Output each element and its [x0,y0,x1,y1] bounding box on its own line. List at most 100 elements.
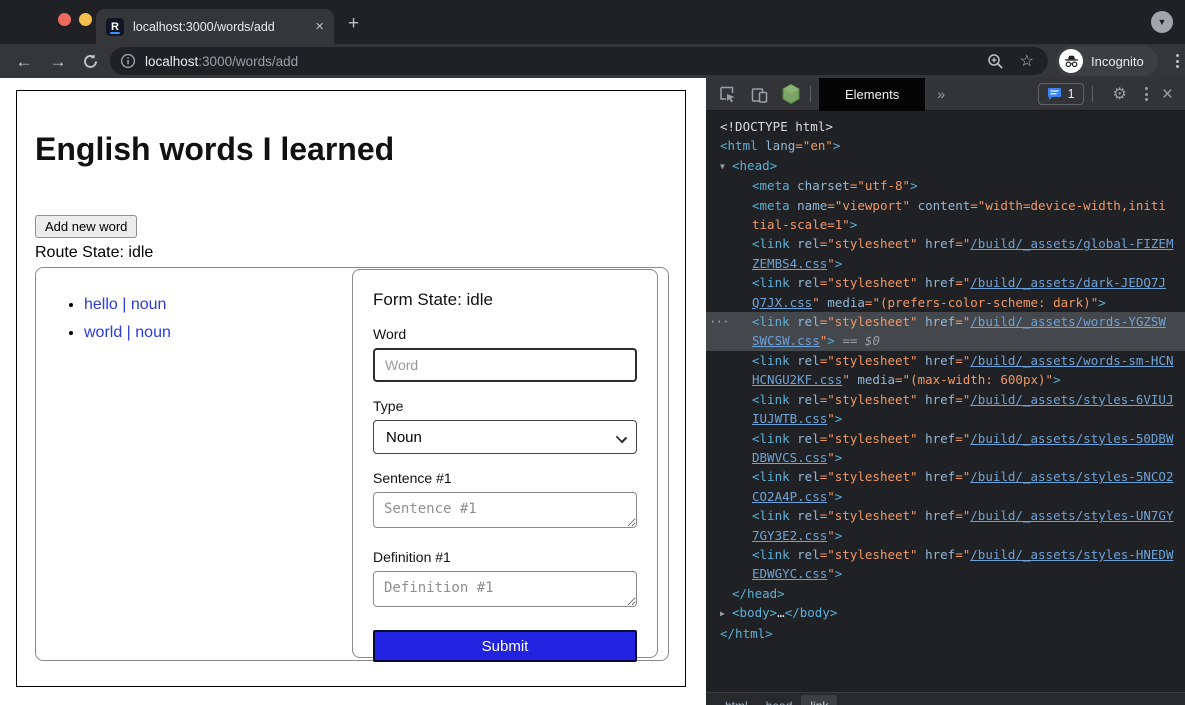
sentence-label: Sentence #1 [373,470,637,486]
code-token-link[interactable]: 7GY3E2.css [752,528,827,543]
code-token-tag: <head> [732,158,777,173]
code-token-val: " [827,528,835,543]
line-options-dots[interactable]: ··· [709,312,729,331]
breadcrumb-item-head[interactable]: head [757,695,802,705]
bookmark-star-icon[interactable]: ☆ [1020,51,1034,71]
app-container: English words I learned Add new word Rou… [16,90,686,687]
code-line[interactable]: </html> [706,624,1185,643]
forward-button[interactable]: → [48,53,68,70]
code-line[interactable]: HCNGU2KF.css" media="(max-width: 600px)"… [706,370,1185,389]
code-token-link[interactable]: EDWGYC.css [752,566,827,581]
code-line[interactable]: EDWGYC.css"> [706,564,1185,583]
toolbar-separator [1092,86,1093,102]
code-token-val: =" [955,508,970,523]
word-input[interactable] [373,348,637,382]
breadcrumb-item-link[interactable]: link [801,695,837,705]
code-token-link[interactable]: DBWVCS.css [752,450,827,465]
code-line[interactable]: <link rel="stylesheet" href="/build/_ass… [706,234,1185,253]
word-link[interactable]: hello | noun [84,296,166,313]
settings-gear-icon[interactable]: ⚙ [1113,84,1127,104]
nodejs-extension-icon[interactable] [780,83,802,105]
devtools-menu-button[interactable] [1141,83,1152,105]
code-line[interactable]: <link rel="stylesheet" href="/build/_ass… [706,506,1185,525]
new-tab-button[interactable]: + [348,14,359,33]
code-token-plain [918,547,926,562]
code-line[interactable]: <meta name="viewport" content="width=dev… [706,196,1185,215]
code-line[interactable]: <link rel="stylesheet" href="/build/_ass… [706,429,1185,448]
code-token-link[interactable]: /build/_assets/styles-50DBW [970,431,1173,446]
issues-counter[interactable]: 1 [1038,83,1084,105]
code-line[interactable]: <link rel="stylesheet" href="/build/_ass… [706,467,1185,486]
code-token-link[interactable]: Q7JX.css [752,295,812,310]
code-line[interactable]: ZEMBS4.css"> [706,254,1185,273]
definition-textarea[interactable] [373,571,637,607]
code-line[interactable]: ▶<body>…</body> [706,603,1185,623]
code-token-val: ="width=device-width,initi [970,198,1166,213]
breadcrumb-item-html[interactable]: html [716,695,757,705]
code-token-link[interactable]: IUJWTB.css [752,411,827,426]
expand-arrow-icon[interactable]: ▼ [720,157,732,176]
code-token-link[interactable]: CO2A4P.css [752,489,827,504]
zoom-icon[interactable] [987,53,1004,70]
code-token-link[interactable]: /build/_assets/words-sm-HCN [970,353,1173,368]
code-line[interactable]: <!DOCTYPE html> [706,117,1185,136]
code-line[interactable]: SWCSW.css"> == $0 [706,331,1185,350]
url-text[interactable]: localhost:3000/words/add [145,54,987,69]
code-line[interactable]: </head> [706,584,1185,603]
tab-close-icon[interactable]: × [315,18,324,35]
code-token-link[interactable]: /build/_assets/styles-UN7GY [970,508,1173,523]
code-token-attr: rel [797,353,820,368]
device-toolbar-button[interactable] [748,83,770,105]
code-line[interactable]: Q7JX.css" media="(prefers-color-scheme: … [706,293,1185,312]
sentence-textarea[interactable] [373,492,637,528]
code-line[interactable]: <link rel="stylesheet" href="/build/_ass… [706,273,1185,292]
tab-search-button[interactable]: ▼ [1151,11,1173,33]
code-line[interactable]: <link rel="stylesheet" href="/build/_ass… [706,390,1185,409]
code-token-dollar: $0 [865,333,880,348]
code-token-link[interactable]: /build/_assets/styles-6VIUJ [970,392,1173,407]
code-token-link[interactable]: HCNGU2KF.css [752,372,842,387]
code-line[interactable]: CO2A4P.css"> [706,487,1185,506]
code-token-link[interactable]: /build/_assets/dark-JEDQ7J [970,275,1166,290]
code-token-attr: rel [797,236,820,251]
address-bar[interactable]: localhost:3000/words/add ☆ [110,47,1048,75]
site-info-icon[interactable] [120,53,136,69]
code-line[interactable]: <link rel="stylesheet" href="/build/_ass… [706,351,1185,370]
code-line[interactable]: ▼<head> [706,156,1185,176]
code-token-val: " [827,489,835,504]
code-token-attr: rel [797,469,820,484]
type-select[interactable]: Noun [373,420,637,454]
word-link[interactable]: world | noun [84,324,171,341]
inspect-element-button[interactable] [716,83,738,105]
browser-toolbar: ← → localhost:3000/words/add [0,44,1185,78]
tab-elements[interactable]: Elements [819,78,925,111]
collapse-arrow-icon[interactable]: ▶ [720,604,732,623]
code-line[interactable]: ···<link rel="stylesheet" href="/build/_… [706,312,1185,331]
submit-button[interactable]: Submit [373,630,637,662]
code-token-link[interactable]: /build/_assets/words-YGZSW [970,314,1166,329]
code-token-link[interactable]: ZEMBS4.css [752,256,827,271]
code-token-link[interactable]: SWCSW.css [752,333,820,348]
code-token-val: " [827,450,835,465]
more-tabs-button[interactable]: » [937,86,945,102]
code-token-tag: > [835,411,843,426]
code-token-link[interactable]: /build/_assets/global-FIZEM [970,236,1173,251]
browser-tab[interactable]: R localhost:3000/words/add × [96,9,334,44]
code-line[interactable]: <link rel="stylesheet" href="/build/_ass… [706,545,1185,564]
devtools-close-icon[interactable]: × [1162,85,1173,104]
code-line[interactable]: DBWVCS.css"> [706,448,1185,467]
minimize-window-button[interactable] [79,13,92,26]
code-line[interactable]: <meta charset="utf-8"> [706,176,1185,195]
code-token-link[interactable]: /build/_assets/styles-HNEDW [970,547,1173,562]
code-line[interactable]: tial-scale=1"> [706,215,1185,234]
browser-menu-button[interactable] [1172,50,1183,72]
code-token-link[interactable]: /build/_assets/styles-5NCO2 [970,469,1173,484]
code-line[interactable]: <html lang="en"> [706,136,1185,155]
add-new-word-button[interactable]: Add new word [35,215,137,238]
code-token-attr: rel [797,508,820,523]
back-button[interactable]: ← [14,53,34,70]
code-line[interactable]: IUJWTB.css"> [706,409,1185,428]
close-window-button[interactable] [58,13,71,26]
code-line[interactable]: 7GY3E2.css"> [706,526,1185,545]
reload-button[interactable] [82,53,102,70]
